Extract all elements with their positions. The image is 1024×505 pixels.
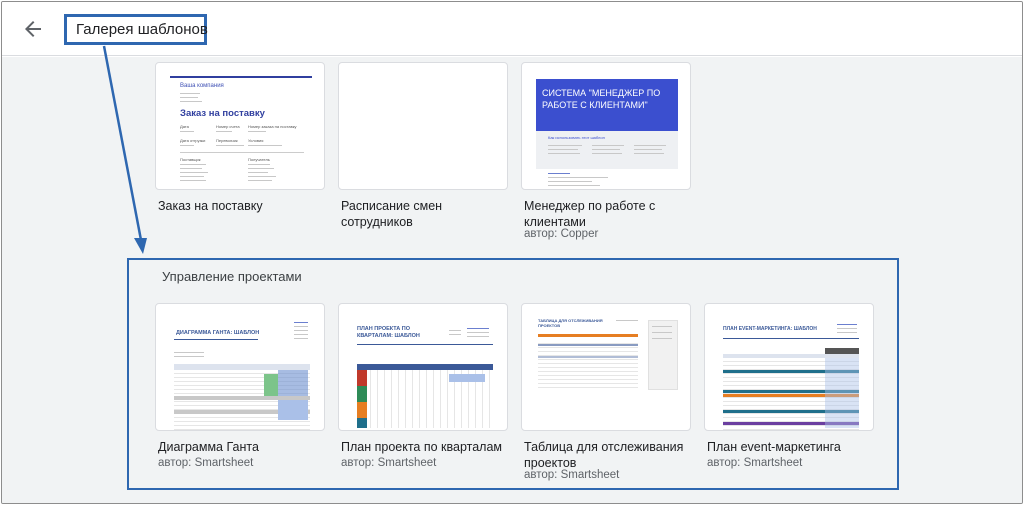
template-thumbnail[interactable] [338, 62, 508, 190]
template-title: Менеджер по работе с клиентами [524, 199, 656, 229]
arrow-back-icon [25, 21, 41, 37]
title-highlight-box: Галерея шаблонов [64, 14, 208, 45]
thumb-field-order-num: Номер счета [216, 124, 240, 129]
thumb-field-order-id: Номер заказа на поставку [248, 124, 297, 129]
template-thumbnail[interactable]: ПЛАН EVENT-МАРКЕТИНГА: ШАБЛОН [704, 303, 874, 431]
template-author: автор: Smartsheet [158, 457, 254, 469]
thumb-field-carrier: Перевозчик [216, 138, 238, 143]
thumb-title: ТАБЛИЦА ДЛЯ ОТСЛЕЖИВАНИЯ ПРОЕКТОВ [538, 318, 603, 328]
template-title: Таблица для отслеживания проектов [524, 440, 684, 470]
back-button[interactable] [21, 17, 45, 41]
template-thumbnail[interactable]: Ваша компания Заказ на поставку Дата Ном… [155, 62, 325, 190]
template-author: автор: Smartsheet [524, 469, 620, 481]
thumb-title: ПЛАН ПРОЕКТА ПО КВАРТАЛАМ: ШАБЛОН [357, 326, 420, 339]
thumb-field-date: Дата [180, 124, 189, 129]
template-author: автор: Copper [524, 228, 599, 240]
template-title: Расписание смен сотрудников [341, 199, 443, 229]
template-thumbnail[interactable]: ДИАГРАММА ГАНТА: ШАБЛОН [155, 303, 325, 431]
window-frame: Галерея шаблонов Ваша компания Заказ на … [1, 1, 1023, 504]
thumb-title: ПЛАН EVENT-МАРКЕТИНГА: ШАБЛОН [723, 326, 817, 332]
template-title: Заказ на поставку [158, 199, 263, 213]
thumb-field-recipient: Получатель [248, 157, 270, 162]
top-bar: Галерея шаблонов [2, 2, 1022, 56]
thumb-field-terms: Условия [248, 138, 264, 143]
template-title: Диаграмма Ганта [158, 440, 259, 454]
template-title: План проекта по кварталам [341, 440, 503, 454]
page-title: Галерея шаблонов [76, 21, 208, 38]
thumb-field-supplier: Поставщик [180, 157, 201, 162]
template-thumbnail[interactable]: ПЛАН ПРОЕКТА ПО КВАРТАЛАМ: ШАБЛОН [338, 303, 508, 431]
template-author: автор: Smartsheet [707, 457, 803, 469]
thumb-title: ДИАГРАММА ГАНТА: ШАБЛОН [176, 330, 260, 336]
thumb-doc-title: Заказ на поставку [180, 108, 265, 119]
section-title: Управление проектами [162, 269, 302, 284]
thumb-banner: СИСТЕМА "МЕНЕДЖЕР ПО РАБОТЕ С КЛИЕНТАМИ" [536, 79, 678, 131]
template-thumbnail[interactable]: ТАБЛИЦА ДЛЯ ОТСЛЕЖИВАНИЯ ПРОЕКТОВ [521, 303, 691, 431]
thumb-subhead: Как использовать этот шаблон [548, 135, 605, 140]
thumb-field-delivery: Дата отгрузки [180, 138, 206, 143]
template-author: автор: Smartsheet [341, 457, 437, 469]
template-title: План event-маркетинга [707, 440, 841, 454]
template-thumbnail[interactable]: СИСТЕМА "МЕНЕДЖЕР ПО РАБОТЕ С КЛИЕНТАМИ"… [521, 62, 691, 190]
thumb-company: Ваша компания [180, 83, 224, 89]
